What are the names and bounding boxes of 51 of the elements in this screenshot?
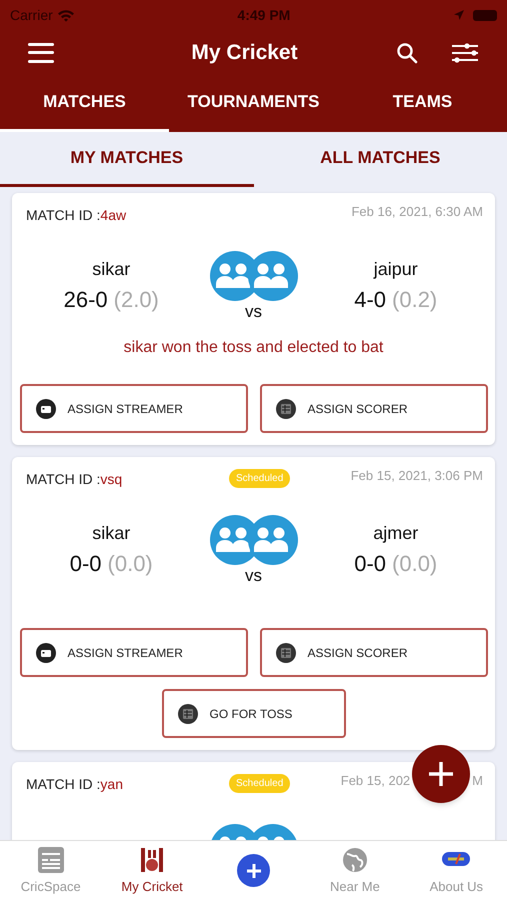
action-button[interactable]: GO FOR TOSS xyxy=(162,689,346,738)
scoreboard-icon xyxy=(276,642,296,662)
vs-text: vs xyxy=(245,566,262,586)
score-text: 0-0 xyxy=(354,550,386,578)
team-groups-icon xyxy=(208,250,298,302)
match-id-text: MATCH ID :vsq xyxy=(26,470,122,489)
toss-result-text: sikar won the toss and elected to bat xyxy=(122,338,384,358)
action-button[interactable]: ASSIGN STREAMER xyxy=(20,384,248,433)
clock-text: 4:49 PM xyxy=(237,6,290,24)
date-text: Feb 16, 2021, 6:30 AM xyxy=(351,203,483,221)
app-title: My Cricket xyxy=(190,40,299,66)
nav-tab[interactable]: My Cricket xyxy=(101,841,203,900)
match-id-text: MATCH ID :yan xyxy=(26,775,123,794)
scoreboard-icon xyxy=(276,398,296,418)
camera-icon xyxy=(36,398,56,418)
vs-text: vs xyxy=(245,302,262,322)
search-button[interactable] xyxy=(395,40,419,64)
date-text: Feb 15, 2021, 3:06 PM xyxy=(350,467,483,485)
score-text: 26-0 xyxy=(64,286,108,314)
location-arrow-icon xyxy=(452,9,465,21)
sub-tab[interactable]: ALL MATCHES xyxy=(254,132,507,187)
overs-text: (0.0) xyxy=(392,550,438,578)
plus-icon xyxy=(246,862,262,878)
team-name: sikar xyxy=(92,522,130,545)
carrier-text: Carrier xyxy=(10,6,53,24)
wifi-icon xyxy=(56,8,75,22)
add-button[interactable] xyxy=(237,854,270,887)
filter-settings-button[interactable] xyxy=(451,42,479,64)
team-name: jaipur xyxy=(374,258,418,281)
date-text: M xyxy=(472,772,483,790)
overs-text: (2.0) xyxy=(114,286,159,314)
score-text: 0-0 xyxy=(70,550,102,578)
team-groups-icon xyxy=(208,514,298,566)
match-id-text: MATCH ID :4aw xyxy=(26,206,126,225)
score-text: 4-0 xyxy=(354,286,386,314)
battery-icon xyxy=(472,10,497,20)
camera-icon xyxy=(36,642,56,662)
overs-text: (0.0) xyxy=(108,550,153,578)
status-badge: Scheduled xyxy=(229,469,290,488)
overs-text: (0.2) xyxy=(392,286,438,314)
action-button[interactable]: ASSIGN SCORER xyxy=(260,384,488,433)
status-badge: Scheduled xyxy=(229,774,290,793)
action-button[interactable]: ASSIGN SCORER xyxy=(260,628,488,677)
menu-button[interactable] xyxy=(28,42,54,62)
date-text: Feb 15, 202 xyxy=(340,772,410,790)
action-button[interactable]: ASSIGN STREAMER xyxy=(20,628,248,677)
team-name: ajmer xyxy=(373,522,418,545)
team-name: sikar xyxy=(92,258,130,281)
scoreboard-icon xyxy=(178,704,198,724)
sub-tab[interactable]: MY MATCHES xyxy=(0,132,254,187)
plus-icon xyxy=(428,761,454,787)
